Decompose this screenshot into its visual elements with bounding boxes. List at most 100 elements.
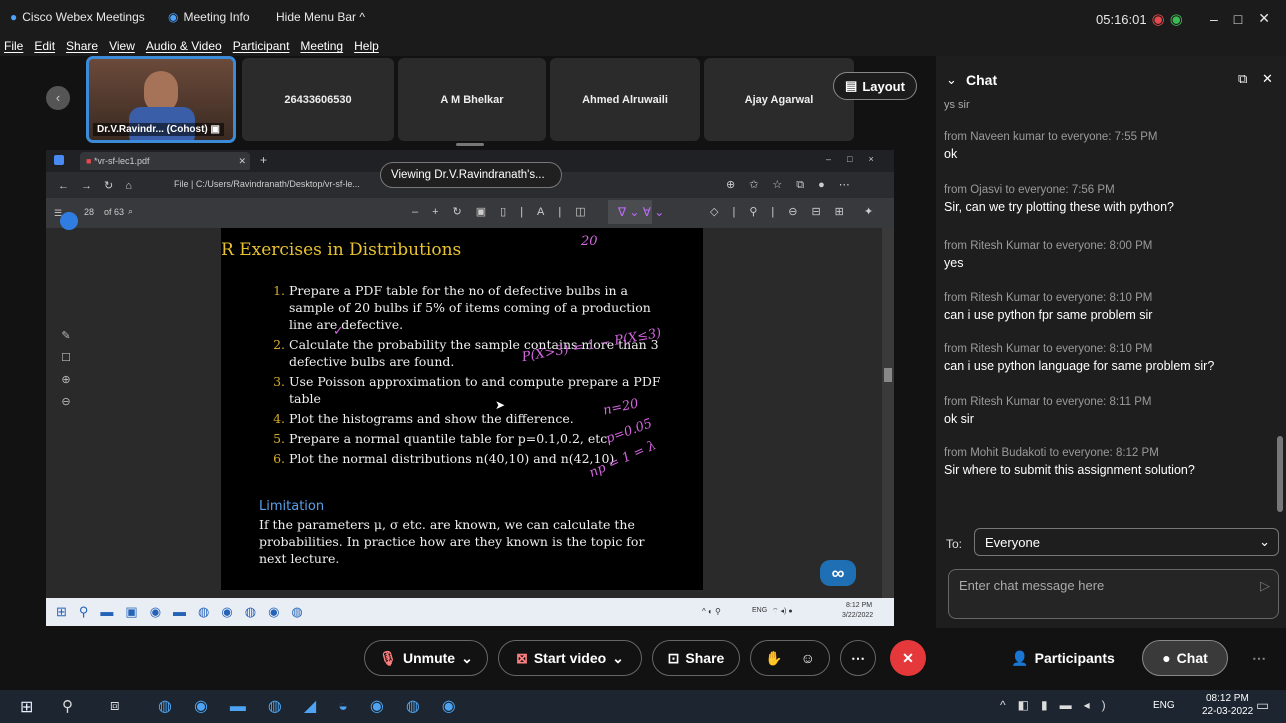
recording-icon: ◉ (1151, 11, 1165, 28)
webex-logo-icon: ● (10, 10, 18, 24)
pdf-more-tools-icon[interactable]: ◇|⚲|⊖⊟⊞ (710, 205, 858, 218)
handwritten-note: 20 (581, 234, 598, 249)
menu-file[interactable]: File (4, 39, 23, 53)
taskbar-apps-icon: ⊞⚲▬▣◉▬◍◉◍◉◍ (56, 604, 315, 619)
zoom-in-icon[interactable]: ⊕ (52, 369, 80, 391)
menu-bar: File Edit Share View Audio & Video Parti… (0, 36, 1286, 56)
layout-button[interactable]: ▤ Layout (833, 72, 917, 100)
chat-panel: ⌄ Chat ⧉ ✕ ys sir from Naveen kumar to e… (936, 56, 1286, 656)
chat-message: from Ritesh Kumar to everyone: 8:00 PM ye… (944, 240, 1153, 270)
exercise-item: Prepare a PDF table for the no of defect… (289, 282, 669, 333)
minimize-icon[interactable]: – (1210, 11, 1218, 27)
reactions-group: ✋ ☺ (750, 640, 830, 676)
comment-icon[interactable]: ☐ (52, 347, 80, 369)
layout-icon: ▤ (845, 78, 858, 93)
recipient-select[interactable]: Everyone ⌄ (974, 528, 1279, 556)
popout-icon[interactable]: ⧉ (1238, 71, 1247, 87)
participants-button[interactable]: 👤 Participants (998, 640, 1128, 676)
inner-date: 3/22/2022 (842, 612, 874, 619)
chat-message: from Ritesh Kumar to everyone: 8:10 PM ca… (944, 343, 1215, 373)
nav-buttons-icon[interactable]: ←→↻⌂ (58, 179, 144, 192)
taskbar-lang[interactable]: ENG (1153, 700, 1175, 711)
menu-audio-video[interactable]: Audio & Video (146, 39, 222, 53)
notification-icon[interactable]: ▭ (1256, 697, 1269, 714)
participant-tile[interactable]: Ajay Agarwal (704, 58, 854, 141)
chat-message-input[interactable]: Enter chat message here ▷ (948, 569, 1279, 619)
share-icon: ⊡ (667, 649, 680, 666)
mouse-cursor-icon: ➤ (495, 398, 506, 412)
pinned-apps-icons[interactable]: ◍◉▬◍◢◒◉◍◉ (158, 696, 478, 716)
pdf-scrollbar[interactable] (882, 228, 894, 598)
chat-scrollbar[interactable] (1276, 106, 1284, 518)
meeting-info-button[interactable]: ◉ Meeting Info (168, 10, 250, 24)
limitation-heading: Limitation (259, 499, 325, 514)
pdf-icon: ■ (86, 156, 92, 166)
hide-menu-bar-button[interactable]: Hide Menu Bar ^ (276, 10, 365, 24)
page-count: of 63 (104, 207, 125, 217)
windows-start-icon[interactable]: ⊞ (20, 697, 33, 717)
inner-tray-icons: ⌔ ◂) ● (772, 608, 793, 615)
restore-icon[interactable]: □ (1234, 11, 1242, 27)
overflow-menu-button[interactable]: ⋯ (1244, 640, 1274, 676)
search-icon[interactable]: ⚲ (62, 697, 73, 715)
chat-scrollbar-thumb[interactable] (1277, 436, 1283, 512)
new-tab-icon[interactable]: + (260, 153, 267, 167)
browser-logo-icon (54, 155, 64, 165)
task-view-icon[interactable]: ⧈ (110, 697, 120, 714)
browser-actions-icon[interactable]: ⊕✩☆⧉●⋯ (726, 178, 864, 192)
chat-close-icon[interactable]: ✕ (1262, 71, 1273, 87)
unmute-button[interactable]: 🎙 Unmute ⌄ (364, 640, 488, 676)
pdf-toolbar: ☰ 28 of 63 ⌕ –+↻▣▯|A|◫ ∇ ⌄ ∀ ⌄ ◇|⚲|⊖⊟⊞ ✦ (46, 198, 894, 230)
send-icon[interactable]: ▷ (1260, 578, 1270, 594)
pdf-scrollbar-thumb[interactable] (884, 368, 892, 382)
status-icon: ◉ (1169, 11, 1183, 28)
draw-side-icon[interactable]: ✎ (52, 325, 80, 347)
address-text[interactable]: File | C:/Users/Ravindranath/Desktop/vr-… (174, 179, 360, 189)
emoji-icon[interactable]: ☺ (801, 650, 815, 666)
to-label: To: (946, 537, 963, 551)
shared-windows-taskbar: ⊞⚲▬▣◉▬◍◉◍◉◍ ^ ◐ ⚲ ENG ⌔ ◂) ● 8:12 PM 3/2… (46, 598, 894, 626)
chat-message-partial: ys sir (944, 99, 970, 111)
tab-close-icon[interactable]: ✕ (238, 156, 246, 167)
video-off-icon: ⊠ (516, 649, 528, 666)
inner-tray-icons: ^ ◐ ⚲ (702, 607, 721, 616)
strip-prev-button[interactable]: ‹ (46, 86, 70, 110)
hand-icon[interactable]: ✋ (765, 650, 782, 667)
chat-button[interactable]: ● Chat (1142, 640, 1228, 676)
chat-bubble-icon: ● (1162, 650, 1171, 666)
menu-edit[interactable]: Edit (34, 39, 55, 53)
page-number[interactable]: 28 (84, 207, 94, 217)
participant-tile[interactable]: Ahmed Alruwaili (550, 58, 700, 141)
draw-tool-icon[interactable]: ∇ ⌄ ∀ ⌄ (618, 205, 664, 219)
menu-view[interactable]: View (109, 39, 135, 53)
pdf-tools-icon[interactable]: –+↻▣▯|A|◫ (412, 205, 600, 218)
search-icon[interactable]: ⌕ (128, 206, 133, 217)
system-tray-icons[interactable]: ^◧▮▬◂) (1000, 698, 1118, 712)
inner-time: 8:12 PM (846, 602, 873, 609)
start-video-button[interactable]: ⊠ Start video ⌄ (498, 640, 642, 676)
zoom-out-icon[interactable]: ⊖ (52, 391, 80, 413)
chevron-down-icon: ⌄ (1259, 534, 1270, 549)
close-icon[interactable]: ✕ (1258, 10, 1270, 27)
collapse-chevron-icon[interactable]: ⌄ (946, 72, 957, 88)
browser-tab[interactable]: ■ *vr-sf-lec1.pdf ✕ (80, 152, 250, 170)
strip-resize-handle[interactable] (456, 143, 484, 146)
close-icon: ✕ (902, 649, 914, 666)
webex-watermark-icon: ∞ (820, 560, 856, 586)
more-options-button[interactable]: ⋯ (840, 640, 876, 676)
leave-meeting-button[interactable]: ✕ (890, 640, 926, 676)
cursor-highlight (60, 212, 78, 230)
menu-participant[interactable]: Participant (233, 39, 290, 53)
browser-window-controls[interactable]: –□× (826, 154, 890, 164)
menu-share[interactable]: Share (66, 39, 98, 53)
chevron-down-icon: ⌄ (612, 649, 624, 666)
menu-meeting[interactable]: Meeting (300, 39, 343, 53)
participant-tile[interactable]: A M Bhelkar (398, 58, 546, 141)
share-button[interactable]: ⊡ Share (652, 640, 740, 676)
pin-icon[interactable]: ✦ (864, 205, 873, 218)
chat-message: from Ritesh Kumar to everyone: 8:10 PM ca… (944, 292, 1153, 322)
participant-video-self[interactable]: Dr.V.Ravindr... (Cohost) ▣ (86, 56, 236, 143)
chat-message: from Mohit Budakoti to everyone: 8:12 PM… (944, 447, 1195, 477)
participant-tile[interactable]: 26433606530 (242, 58, 394, 141)
menu-help[interactable]: Help (354, 39, 379, 53)
